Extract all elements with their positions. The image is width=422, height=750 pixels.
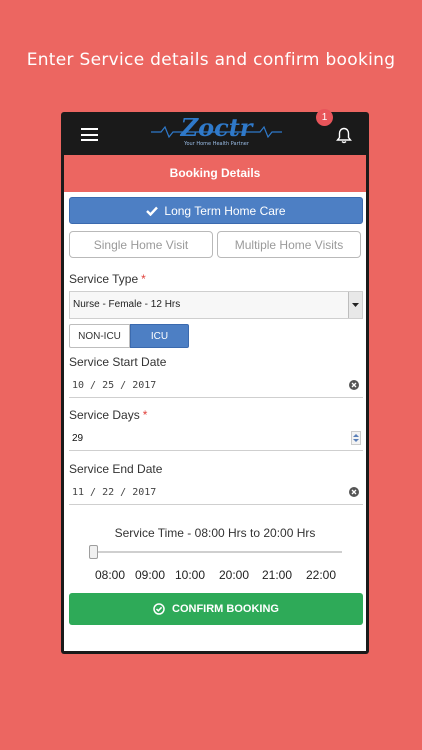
clear-icon[interactable] <box>349 487 359 497</box>
tick-label: 10:00 <box>174 568 206 582</box>
app-bar: Zoctr Your Home Health Partner 1 <box>64 109 366 155</box>
service-type-value: Nurse - Female - 12 Hrs <box>73 299 181 310</box>
clear-icon[interactable] <box>349 380 359 390</box>
start-date-label: Service Start Date <box>69 355 167 369</box>
logo-wordmark: Zoctr <box>180 113 253 142</box>
bell-icon[interactable] <box>336 127 352 144</box>
start-date-value: 10 / 25 / 2017 <box>72 380 157 391</box>
tick-label: 22:00 <box>305 568 337 582</box>
service-time-label: Service Time - 08:00 Hrs to 20:00 Hrs <box>114 526 316 540</box>
tick-label: 08:00 <box>94 568 126 582</box>
app-logo: Zoctr Your Home Health Partner <box>151 113 282 150</box>
service-days-field[interactable]: 29 <box>69 429 363 451</box>
section-title: Booking Details <box>64 155 366 192</box>
single-visit-button[interactable]: Single Home Visit <box>69 231 213 258</box>
end-date-field[interactable]: 11 / 22 / 2017 <box>69 483 363 505</box>
long-term-care-button[interactable]: Long Term Home Care <box>69 197 363 224</box>
booking-screen: Booking Details Long Term Home Care Sing… <box>64 155 366 651</box>
time-slider-track[interactable] <box>89 551 342 553</box>
required-mark: * <box>141 272 146 286</box>
service-days-label: Service Days * <box>69 408 148 422</box>
promo-headline: Enter Service details and confirm bookin… <box>26 50 396 70</box>
stepper-icon[interactable] <box>351 431 361 445</box>
notification-badge: 1 <box>316 109 333 126</box>
service-type-label: Service Type * <box>69 272 146 286</box>
phone-frame: Zoctr Your Home Health Partner 1 Booking… <box>61 109 369 654</box>
time-tick-labels: 08:00 09:00 10:00 20:00 21:00 22:00 <box>64 568 366 584</box>
non-icu-option[interactable]: NON-ICU <box>69 324 130 348</box>
menu-icon[interactable] <box>81 128 98 141</box>
service-type-select[interactable]: Nurse - Female - 12 Hrs <box>69 291 363 319</box>
tick-label: 09:00 <box>134 568 166 582</box>
confirm-booking-label: CONFIRM BOOKING <box>172 603 279 615</box>
tick-label: 20:00 <box>218 568 250 582</box>
tick-label: 21:00 <box>261 568 293 582</box>
end-date-label: Service End Date <box>69 462 163 476</box>
check-circle-icon <box>153 603 165 615</box>
check-icon <box>146 206 159 216</box>
service-days-value: 29 <box>72 433 84 444</box>
multiple-visits-button[interactable]: Multiple Home Visits <box>217 231 361 258</box>
time-slider-handle[interactable] <box>89 545 98 559</box>
required-mark: * <box>142 408 148 422</box>
long-term-care-label: Long Term Home Care <box>164 203 286 218</box>
start-date-field[interactable]: 10 / 25 / 2017 <box>69 376 363 398</box>
confirm-booking-button[interactable]: CONFIRM BOOKING <box>69 593 363 625</box>
care-level-toggle: NON-ICU ICU <box>69 324 189 348</box>
end-date-value: 11 / 22 / 2017 <box>72 487 157 498</box>
icu-option[interactable]: ICU <box>130 324 189 348</box>
dropdown-arrow-icon[interactable] <box>348 292 362 318</box>
